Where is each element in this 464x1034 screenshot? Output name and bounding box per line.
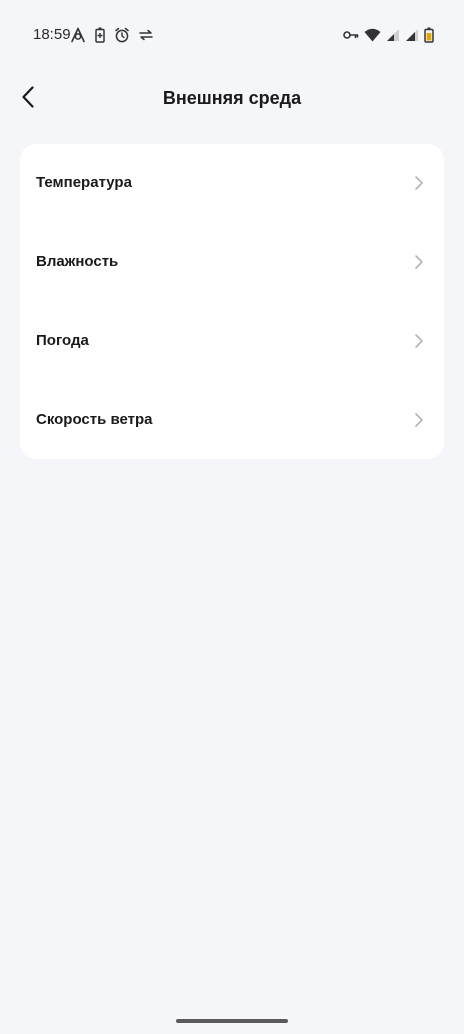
list-item-label: Скорость ветра bbox=[36, 411, 153, 428]
list-item-label: Влажность bbox=[36, 253, 119, 270]
status-time: 18:59 bbox=[33, 26, 71, 43]
wifi-icon bbox=[364, 28, 381, 42]
home-indicator[interactable] bbox=[176, 1019, 288, 1023]
data-transfer-icon bbox=[139, 29, 153, 41]
battery-icon bbox=[424, 27, 434, 43]
status-left-icons bbox=[70, 27, 153, 43]
chevron-right-icon bbox=[414, 175, 424, 191]
list-item-weather[interactable]: Погода bbox=[20, 302, 444, 381]
list-item-label: Погода bbox=[36, 332, 89, 349]
chevron-right-icon bbox=[414, 333, 424, 349]
chevron-right-icon bbox=[414, 412, 424, 428]
chevron-right-icon bbox=[414, 254, 424, 270]
settings-card: Температура Влажность Погода Скорость ве… bbox=[20, 144, 444, 459]
page-title: Внешняя среда bbox=[162, 88, 302, 108]
list-item-label: Температура bbox=[36, 174, 132, 191]
status-bar: 18:59 bbox=[0, 0, 464, 70]
list-item-wind-speed[interactable]: Скорость ветра bbox=[20, 381, 444, 460]
vpn-key-icon bbox=[343, 30, 359, 40]
header: Внешняя среда bbox=[0, 78, 464, 120]
signal-1-icon bbox=[386, 28, 400, 42]
alarm-icon bbox=[114, 27, 130, 43]
list-item-humidity[interactable]: Влажность bbox=[20, 223, 444, 302]
signal-2-icon bbox=[405, 28, 419, 42]
android-auto-icon bbox=[70, 27, 86, 43]
list-item-temperature[interactable]: Температура bbox=[20, 144, 444, 223]
status-right-icons bbox=[343, 27, 434, 43]
battery-saver-icon bbox=[95, 27, 105, 43]
